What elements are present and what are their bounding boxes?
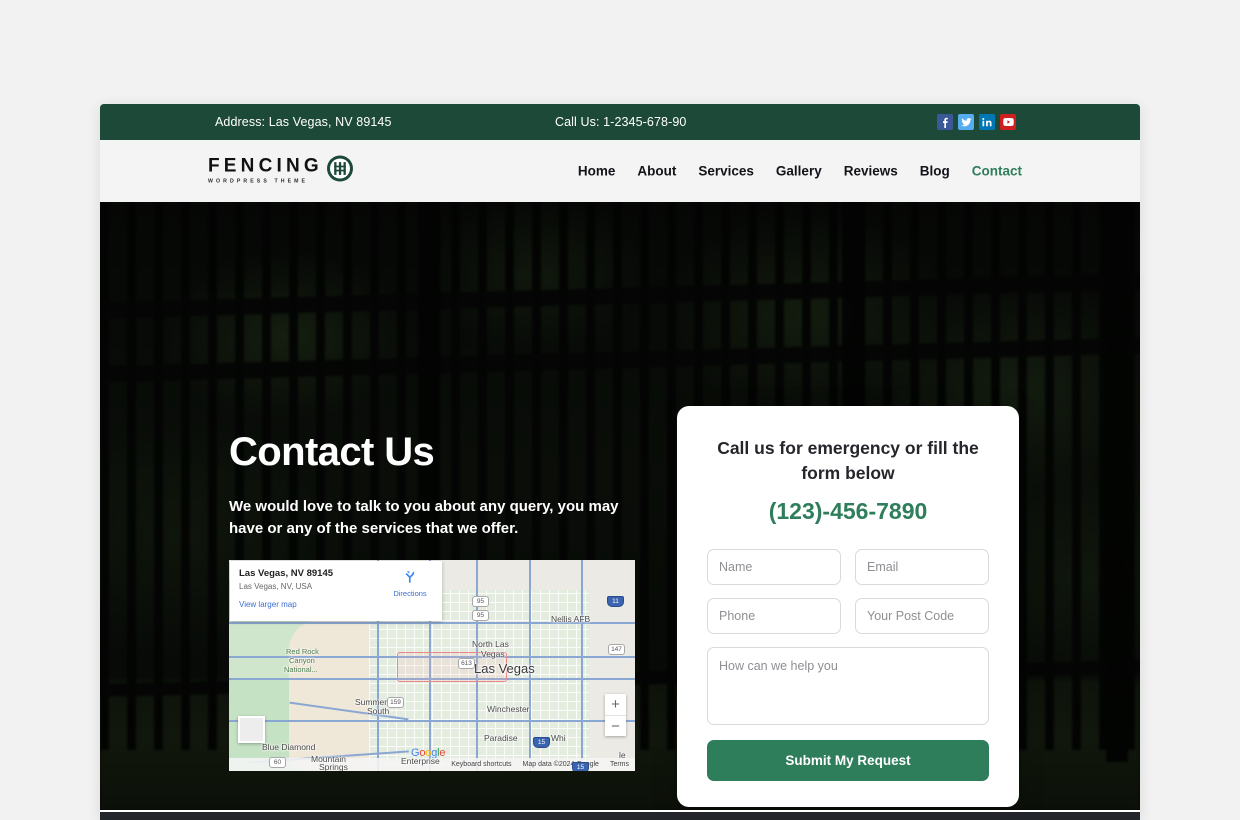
facebook-icon[interactable]: [937, 114, 953, 130]
top-utility-bar: Address: Las Vegas, NV 89145 Call Us: 1-…: [100, 104, 1140, 140]
map-highway-shield: 60: [269, 757, 286, 768]
twitter-icon[interactable]: [958, 114, 974, 130]
logo-title: FENCING: [208, 155, 323, 177]
map-label: National...: [284, 665, 318, 674]
site-header: FENCING WORDPRESS THEME Home About Servi…: [100, 140, 1140, 202]
nav-item-about[interactable]: About: [637, 164, 676, 179]
form-title: Call us for emergency or fill the form b…: [717, 438, 979, 483]
map-directions-label: Directions: [393, 589, 427, 598]
map-highway-shield: 15: [533, 737, 550, 748]
hero-subtitle: We would love to talk to you about any q…: [229, 498, 619, 538]
map-label: Las Vegas: [474, 661, 535, 676]
map-highway-shield: 159: [387, 697, 404, 708]
nav-item-services[interactable]: Services: [698, 164, 754, 179]
map-highway-shield: 95: [472, 596, 489, 607]
hero-text-block: Contact Us We would love to talk to you …: [229, 430, 649, 540]
form-phone-number[interactable]: (123)-456-7890: [707, 498, 989, 525]
map-keyboard-shortcuts[interactable]: Keyboard shortcuts: [451, 761, 511, 768]
submit-button[interactable]: Submit My Request: [707, 739, 989, 781]
hero-section: Contact Us We would love to talk to you …: [100, 202, 1140, 810]
map-label: Paradise: [484, 733, 518, 743]
map-highway-shield: 147: [608, 644, 625, 655]
contact-form-card: Call us for emergency or fill the form b…: [677, 406, 1019, 807]
page-title: Contact Us: [229, 430, 435, 474]
map-label: South: [367, 706, 390, 716]
topbar-address: Address: Las Vegas, NV 89145: [215, 115, 392, 129]
map-highway-shield: 15: [572, 762, 589, 771]
linkedin-icon[interactable]: [979, 114, 995, 130]
phone-input[interactable]: [707, 597, 841, 634]
map-label: le: [619, 750, 626, 760]
map-label: Red Rock: [286, 647, 319, 656]
map-zoom-in-button[interactable]: +: [605, 694, 626, 715]
map-highway-shield: 613: [458, 658, 475, 669]
map-label: Winchester: [487, 704, 530, 714]
postcode-input[interactable]: [855, 597, 989, 634]
fence-badge-icon: [326, 155, 354, 188]
map-label: North Las: [472, 639, 509, 649]
hero-content: Contact Us We would love to talk to you …: [100, 202, 1140, 810]
view-larger-map-link[interactable]: View larger map: [239, 600, 433, 609]
nav-item-reviews[interactable]: Reviews: [844, 164, 898, 179]
nav-item-home[interactable]: Home: [578, 164, 616, 179]
map-terms-link[interactable]: Terms: [610, 761, 629, 768]
social-links: [937, 114, 1016, 130]
logo-subtitle: WORDPRESS THEME: [208, 178, 309, 185]
map-label: Springs: [319, 762, 348, 771]
nav-item-contact[interactable]: Contact: [972, 164, 1022, 179]
nav-item-blog[interactable]: Blog: [920, 164, 950, 179]
website-frame: Address: Las Vegas, NV 89145 Call Us: 1-…: [100, 104, 1140, 820]
map-highway-shield: 11: [607, 596, 624, 607]
map-info-card: Las Vegas, NV 89145 Las Vegas, NV, USA V…: [230, 561, 442, 621]
site-logo[interactable]: FENCING WORDPRESS THEME: [208, 155, 354, 188]
map-streetview-thumbnail[interactable]: [238, 716, 265, 743]
main-navigation: Home About Services Gallery Reviews Blog…: [578, 164, 1022, 179]
logo-text: FENCING WORDPRESS THEME: [208, 157, 323, 185]
map-directions-button[interactable]: Directions: [386, 569, 434, 598]
map-road: [229, 720, 635, 722]
map-label: Canyon: [289, 656, 315, 665]
nav-item-gallery[interactable]: Gallery: [776, 164, 822, 179]
map-label: Nellis AFB: [551, 614, 591, 624]
form-row: [707, 548, 989, 585]
form-row: [707, 597, 989, 634]
footer-strip: [100, 812, 1140, 820]
topbar-phone: Call Us: 1-2345-678-90: [555, 115, 687, 129]
youtube-icon[interactable]: [1000, 114, 1016, 130]
map-zoom-out-button[interactable]: −: [605, 715, 626, 736]
directions-fork-icon: [403, 570, 417, 587]
google-map[interactable]: Las Vegas, NV 89145 Las Vegas, NV, USA V…: [229, 560, 635, 771]
email-input[interactable]: [855, 548, 989, 585]
map-label: Enterprise: [401, 756, 440, 766]
page-canvas: Address: Las Vegas, NV 89145 Call Us: 1-…: [0, 0, 1240, 820]
map-label: Whi: [551, 733, 566, 743]
map-road: [581, 560, 583, 771]
message-textarea[interactable]: [707, 646, 989, 725]
map-highway-shield: 95: [472, 610, 489, 621]
map-zoom-controls: + −: [605, 694, 626, 736]
name-input[interactable]: [707, 548, 841, 585]
map-label: Blue Diamond: [262, 742, 316, 752]
map-label: Vegas: [481, 649, 505, 659]
